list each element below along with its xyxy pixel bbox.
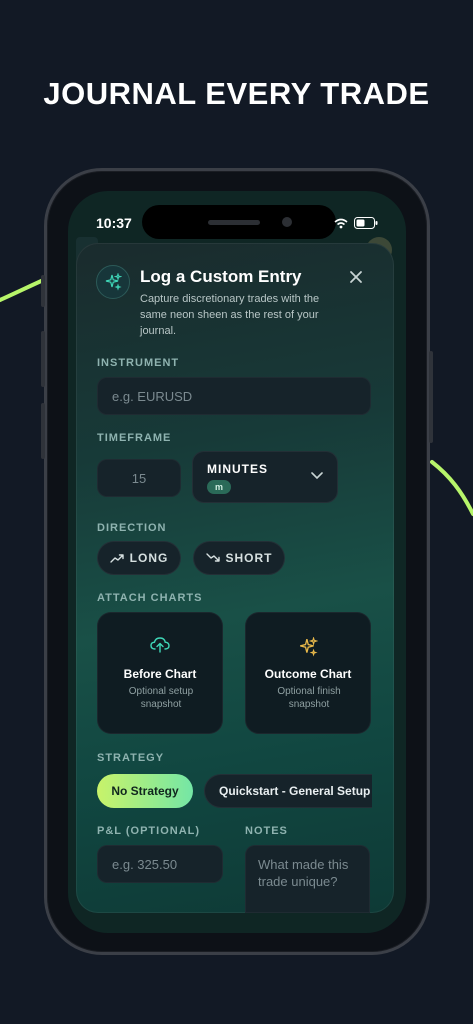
direction-long-button[interactable]: LONG <box>97 541 181 575</box>
direction-short-label: SHORT <box>225 551 273 565</box>
sparkles-gold-icon <box>300 637 318 657</box>
strategy-no-strategy-chip[interactable]: No Strategy <box>97 774 193 808</box>
timeframe-value-input[interactable]: 15 <box>97 459 181 497</box>
close-icon[interactable] <box>348 269 364 285</box>
before-chart-subtitle: Optional setup snapshot <box>128 686 194 710</box>
timeframe-label: TIMEFRAME <box>97 432 172 444</box>
attach-charts-label: ATTACH CHARTS <box>97 592 203 604</box>
direction-label: DIRECTION <box>97 522 167 534</box>
status-icons <box>334 217 378 229</box>
outcome-chart-upload[interactable]: Outcome Chart Optional finish snapshot <box>245 612 371 734</box>
strategy-quickstart-chip[interactable]: Quickstart - General Setup <box>204 774 372 808</box>
modal-subtitle: Capture discretionary trades with the sa… <box>140 293 320 337</box>
direction-long-label: LONG <box>129 551 169 565</box>
custom-entry-modal: Log a Custom Entry Capture discretionary… <box>76 243 394 913</box>
phone-screen: 10:37 Log a Custom Entry Capture discret… <box>68 191 406 933</box>
pnl-label: P&L (OPTIONAL) <box>97 825 201 837</box>
timeframe-unit-select[interactable]: MINUTES m <box>192 451 338 503</box>
instrument-input[interactable]: e.g. EURUSD <box>97 377 371 415</box>
outcome-chart-title: Outcome Chart <box>264 667 352 681</box>
trend-down-icon <box>205 553 220 562</box>
instrument-label: INSTRUMENT <box>97 357 180 369</box>
strategy-label: STRATEGY <box>97 752 165 764</box>
cloud-upload-icon <box>150 637 170 653</box>
trend-up-icon <box>109 554 124 563</box>
phone-frame: 10:37 Log a Custom Entry Capture discret… <box>41 168 433 955</box>
phone-volume-down-button <box>41 403 45 459</box>
timeframe-unit-badge: m <box>207 480 231 494</box>
phone-volume-up-button <box>41 331 45 387</box>
direction-short-button[interactable]: SHORT <box>193 541 285 575</box>
wifi-icon <box>334 218 348 228</box>
phone-power-button <box>429 351 433 443</box>
outcome-chart-subtitle: Optional finish snapshot <box>277 686 341 710</box>
notes-label: NOTES <box>245 825 288 837</box>
timeframe-unit-label: MINUTES <box>207 462 268 476</box>
notes-textarea[interactable]: What made this trade unique? <box>245 845 370 913</box>
phone-mute-button <box>41 275 45 307</box>
status-time: 10:37 <box>96 215 132 231</box>
before-chart-upload[interactable]: Before Chart Optional setup snapshot <box>97 612 223 734</box>
page-headline: JOURNAL EVERY TRADE <box>43 76 430 111</box>
before-chart-title: Before Chart <box>123 667 197 681</box>
chevron-down-icon <box>311 472 323 480</box>
pnl-input[interactable]: e.g. 325.50 <box>97 845 223 883</box>
modal-title: Log a Custom Entry <box>140 267 302 286</box>
sparkles-icon <box>96 265 130 299</box>
dynamic-island <box>142 205 336 239</box>
battery-icon <box>354 217 378 229</box>
